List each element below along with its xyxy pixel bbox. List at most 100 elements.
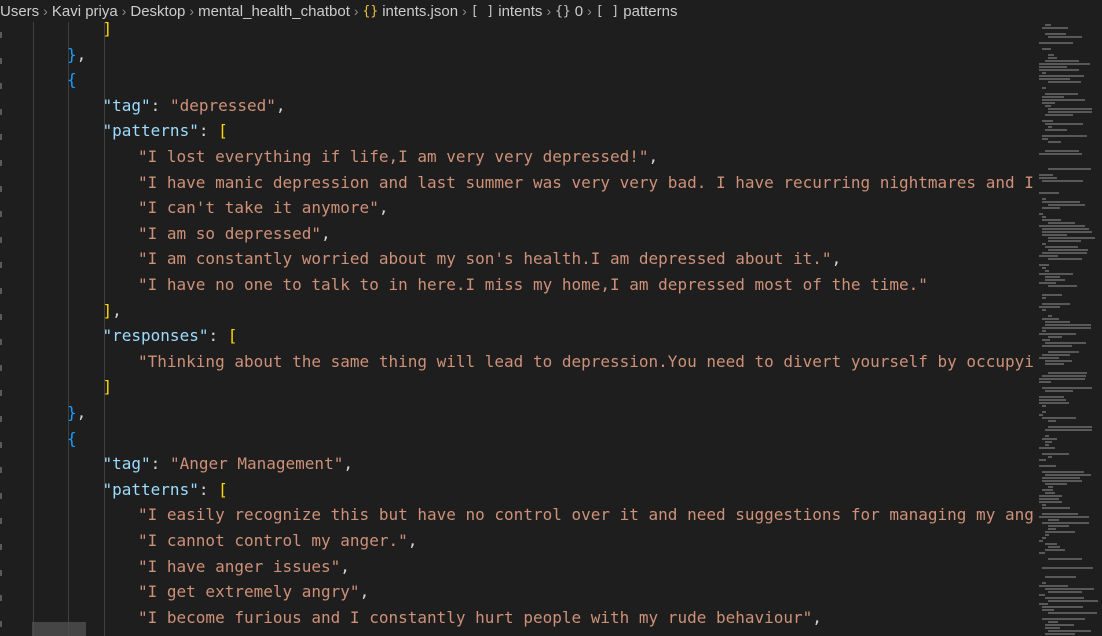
minimap-line [1039, 447, 1055, 449]
minimap-line [1042, 252, 1087, 254]
minimap-line [1048, 351, 1079, 353]
minimap-line [1048, 456, 1052, 458]
breadcrumb-item-intents-json[interactable]: {} intents.json [363, 3, 459, 20]
minimap-line [1042, 243, 1046, 245]
minimap-line [1042, 417, 1076, 419]
minimap-line [1045, 474, 1091, 476]
minimap-line [1048, 630, 1091, 632]
punctuation: : [208, 326, 228, 346]
json-string: "I cannot control my anger." [138, 531, 408, 550]
minimap-line [1045, 444, 1049, 446]
punctuation: : [198, 121, 219, 141]
code-line: { [67, 67, 77, 93]
code-line: }, [67, 42, 86, 68]
minimap-line [1042, 609, 1054, 611]
minimap-line [1048, 168, 1091, 170]
minimap-line [1045, 93, 1078, 95]
breadcrumb-label: intents [498, 2, 543, 20]
minimap-line [1045, 627, 1060, 629]
breadcrumb-separator-icon: › [121, 3, 127, 19]
breadcrumb-separator-icon: › [462, 3, 467, 19]
minimap-line [1039, 333, 1076, 335]
minimap-line [1039, 42, 1073, 44]
minimap-line [1042, 387, 1092, 389]
code-line: }, [67, 400, 86, 426]
code-editor[interactable]: ]},{"tag": "depressed", "patterns": ["I l… [0, 22, 1035, 636]
minimap-line [1048, 558, 1082, 560]
minimap-line [1045, 123, 1083, 125]
minimap-line [1045, 483, 1067, 485]
minimap-line [1045, 270, 1049, 272]
minimap-line [1048, 81, 1081, 83]
breadcrumb-item-kavi-priya[interactable]: Kavi priya [52, 3, 118, 20]
code-line: ], [103, 298, 122, 324]
minimap-line [1042, 567, 1093, 569]
minimap-line [1048, 612, 1097, 614]
minimap[interactable] [1035, 22, 1102, 636]
breadcrumb-item-desktop[interactable]: Desktop [130, 3, 185, 20]
breadcrumb-item-users[interactable]: Users [0, 3, 39, 20]
minimap-line [1042, 135, 1087, 137]
minimap-line [1039, 399, 1066, 401]
json-string: "I get extremely angry" [138, 582, 360, 602]
minimap-line [1042, 72, 1046, 74]
breadcrumb-item-mental-health-chatbot[interactable]: mental_health_chatbot [198, 3, 350, 20]
json-key: "responses" [102, 326, 209, 346]
json-string: "I have manic depression and last summer… [138, 172, 1035, 192]
minimap-line [1048, 372, 1087, 374]
minimap-line [1039, 192, 1059, 194]
minimap-line [1045, 435, 1049, 437]
code-line: "I am constantly worried about my son's … [138, 246, 841, 272]
json-array-icon: [ ] [595, 3, 620, 19]
breadcrumb-separator-icon: › [587, 3, 592, 19]
bracket: ] [102, 22, 113, 38]
json-object-icon: {} [362, 3, 379, 19]
minimap-line [1045, 534, 1049, 536]
code-line: ] [103, 374, 113, 400]
code-line: "patterns": [ [103, 118, 228, 144]
minimap-line [1045, 549, 1065, 551]
punctuation: , [275, 95, 286, 115]
punctuation: : [150, 454, 170, 474]
breadcrumb-separator-icon: › [546, 3, 552, 19]
minimap-line [1039, 255, 1058, 257]
minimap-line [1045, 441, 1052, 443]
json-string: "depressed" [169, 95, 276, 115]
minimap-line [1042, 522, 1089, 524]
minimap-line [1042, 405, 1046, 407]
breadcrumb-item-patterns[interactable]: [ ] patterns [596, 3, 678, 20]
minimap-line [1042, 318, 1059, 320]
minimap-line [1048, 222, 1075, 224]
code-line: ] [103, 22, 113, 42]
minimap-line [1045, 33, 1066, 35]
minimap-line [1045, 363, 1064, 365]
punctuation: , [407, 531, 418, 550]
bracket: ] [102, 377, 113, 397]
minimap-line [1039, 177, 1057, 179]
minimap-line [1045, 324, 1091, 326]
punctuation: , [76, 403, 87, 422]
horizontal-scrollbar-thumb[interactable] [32, 622, 86, 636]
minimap-line [1045, 360, 1072, 362]
breadcrumb-item-intents[interactable]: [ ] intents [471, 3, 543, 20]
minimap-line [1042, 471, 1084, 473]
minimap-line [1042, 87, 1046, 89]
minimap-line [1048, 57, 1057, 59]
breadcrumb-separator-icon: › [189, 3, 195, 19]
minimap-line [1045, 60, 1079, 62]
minimap-line [1039, 396, 1064, 398]
minimap-line [1039, 69, 1079, 71]
minimap-line [1042, 297, 1046, 299]
minimap-line [1042, 234, 1067, 236]
minimap-line [1042, 231, 1092, 233]
minimap-line [1045, 588, 1094, 590]
minimap-line [1048, 315, 1052, 317]
breadcrumb-label: Kavi priya [51, 2, 118, 20]
bracket: { [67, 70, 77, 90]
minimap-line [1048, 546, 1060, 548]
code-line: "I have no one to talk to in here.I miss… [138, 272, 928, 298]
minimap-line [1042, 537, 1046, 539]
breadcrumb-item-0[interactable]: {} 0 [555, 3, 583, 20]
punctuation: , [343, 454, 353, 474]
minimap-line [1048, 237, 1095, 239]
